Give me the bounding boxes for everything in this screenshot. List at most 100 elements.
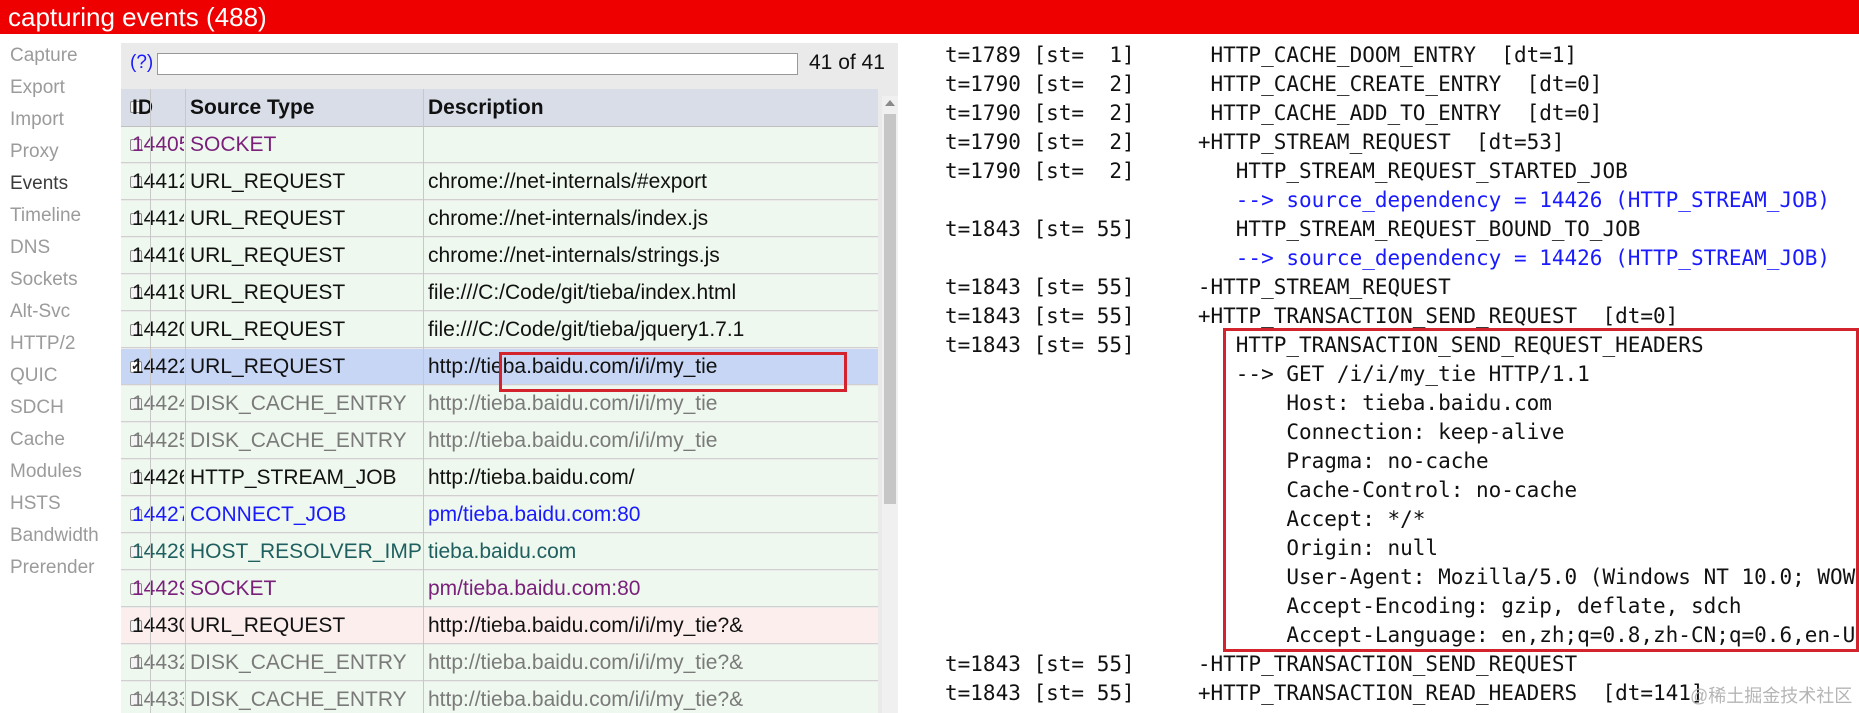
table-row[interactable]: 14416 URL_REQUEST chrome://net-internals/s…	[121, 238, 878, 274]
table-row[interactable]: 14433 DISK_CACHE_ENTRY http://tieba.baidu.…	[121, 682, 878, 713]
sidebar: Capture Export Import Proxy Events Timeline DN…	[0, 34, 120, 713]
cell-id: 14427	[132, 503, 184, 526]
cell-id: 14422	[132, 355, 184, 378]
sidebar-item-capture[interactable]: Capture	[10, 44, 78, 68]
cell-source-type: SOCKET	[190, 577, 277, 600]
table-row[interactable]: 14432 DISK_CACHE_ENTRY http://tieba.baidu.…	[121, 645, 878, 681]
log-line: t=1790 [st= 2] HTTP_CACHE_CREATE_ENTRY […	[945, 72, 1603, 96]
table-row[interactable]: 14405 SOCKET	[121, 127, 878, 163]
log-line: t=1790 [st= 2] HTTP_CACHE_ADD_TO_ENTRY […	[945, 101, 1603, 125]
sidebar-item-alt-svc[interactable]: Alt-Svc	[10, 300, 70, 324]
events-table: ID Source Type Description 14405SOCKET14…	[121, 89, 878, 713]
sidebar-item-cache[interactable]: Cache	[10, 428, 65, 452]
filter-bar: (?) 41 of 41	[121, 43, 898, 83]
column-divider	[185, 89, 186, 713]
cell-description: http://tieba.baidu.com/i/i/my_tie?&pr	[428, 651, 744, 674]
cell-id: 14420	[132, 318, 184, 341]
cell-source-type: URL_REQUEST	[190, 170, 346, 193]
sidebar-item-quic[interactable]: QUIC	[10, 364, 58, 388]
table-row[interactable]: 14414 URL_REQUEST chrome://net-internals/i…	[121, 201, 878, 237]
cell-source-type: DISK_CACHE_ENTRY	[190, 392, 407, 415]
log-line: t=1790 [st= 2] +HTTP_STREAM_REQUEST [dt=…	[945, 130, 1565, 154]
table-row[interactable]: 14426 HTTP_STREAM_JOB http://tieba.baidu.c…	[121, 460, 878, 496]
cell-id: 14424	[132, 392, 184, 415]
log-line-dependency[interactable]: --> source_dependency = 14426 (HTTP_STRE…	[945, 244, 1830, 273]
cell-source-type: DISK_CACHE_ENTRY	[190, 688, 407, 711]
cell-description: chrome://net-internals/#export	[428, 170, 707, 193]
cell-source-type: CONNECT_JOB	[190, 503, 347, 526]
cell-description: http://tieba.baidu.com/	[428, 466, 635, 489]
cell-description: pm/tieba.baidu.com:80	[428, 503, 641, 526]
table-row[interactable]: 14427 CONNECT_JOB pm/tieba.baidu.com:80	[121, 497, 878, 533]
cell-id: 14425	[132, 429, 184, 452]
scrollbar-thumb[interactable]	[884, 114, 896, 504]
cell-source-type: HOST_RESOLVER_IMPL_JOB	[190, 540, 424, 563]
cell-description: chrome://net-internals/index.js	[428, 207, 709, 230]
sidebar-item-proxy[interactable]: Proxy	[10, 140, 59, 164]
table-row[interactable]: 14428 HOST_RESOLVER_IMPL_JOBtieba.baidu.c…	[121, 534, 878, 570]
log-line: t=1843 [st= 55] -HTTP_STREAM_REQUEST	[945, 275, 1451, 299]
sidebar-item-prerender[interactable]: Prerender	[10, 556, 95, 580]
sidebar-item-export[interactable]: Export	[10, 76, 65, 100]
sidebar-item-timeline[interactable]: Timeline	[10, 204, 81, 228]
window-title: capturing events (488)	[0, 0, 1859, 34]
column-divider	[150, 89, 151, 713]
cell-id: 14414	[132, 207, 184, 230]
sidebar-item-dns[interactable]: DNS	[10, 236, 50, 260]
cell-description: http://tieba.baidu.com/i/i/my_tie?&pr	[428, 614, 744, 637]
table-row[interactable]: 14425 DISK_CACHE_ENTRY http://tieba.baidu.…	[121, 423, 878, 459]
filter-help-link[interactable]: (?)	[130, 52, 153, 74]
cell-source-type: HTTP_STREAM_JOB	[190, 466, 397, 489]
log-line: t=1843 [st= 55] -HTTP_TRANSACTION_SEND_R…	[945, 652, 1578, 676]
sidebar-item-modules[interactable]: Modules	[10, 460, 82, 484]
sidebar-item-sdch[interactable]: SDCH	[10, 396, 64, 420]
sidebar-item-hsts[interactable]: HSTS	[10, 492, 61, 516]
table-row[interactable]: 14412 URL_REQUEST chrome://net-internals/#…	[121, 164, 878, 200]
cell-id: 14412	[132, 170, 184, 193]
table-header: ID Source Type Description	[121, 89, 878, 127]
cell-id: 14405	[132, 133, 184, 156]
cell-id: 14430	[132, 614, 184, 637]
cell-id: 14432	[132, 651, 184, 674]
cell-id: 14418	[132, 281, 184, 304]
log-line: t=1789 [st= 1] HTTP_CACHE_DOOM_ENTRY [dt…	[945, 43, 1578, 67]
table-row[interactable]: 14420 URL_REQUEST file:///C:/Code/git/tieb…	[121, 312, 878, 348]
cell-description: chrome://net-internals/strings.js	[428, 244, 720, 267]
cell-source-type: DISK_CACHE_ENTRY	[190, 651, 407, 674]
cell-source-type: URL_REQUEST	[190, 244, 346, 267]
sidebar-item-sockets[interactable]: Sockets	[10, 268, 78, 292]
table-row[interactable]: 14418 URL_REQUEST file:///C:/Code/git/tieb…	[121, 275, 878, 311]
column-header-description[interactable]: Description	[428, 89, 544, 126]
cell-description: tieba.baidu.com	[428, 540, 577, 563]
sidebar-item-bandwidth[interactable]: Bandwidth	[10, 524, 99, 548]
table-row[interactable]: 14429 SOCKET pm/tieba.baidu.com:80	[121, 571, 878, 607]
highlight-box-description	[499, 352, 847, 392]
filter-input[interactable]	[157, 53, 798, 75]
table-row[interactable]: 14430 URL_REQUEST http://tieba.baidu.com/i…	[121, 608, 878, 644]
cell-id: 14426	[132, 466, 184, 489]
event-count: 41 of 41	[809, 51, 885, 74]
cell-id: 14433	[132, 688, 184, 711]
cell-source-type: URL_REQUEST	[190, 614, 346, 637]
log-line-dependency[interactable]: --> source_dependency = 14426 (HTTP_STRE…	[945, 186, 1830, 215]
highlight-box-request-headers	[1223, 328, 1859, 652]
sidebar-item-http-2[interactable]: HTTP/2	[10, 332, 75, 356]
cell-id: 14428	[132, 540, 184, 563]
log-line: t=1843 [st= 55] +HTTP_TRANSACTION_READ_H…	[945, 681, 1704, 705]
cell-description: http://tieba.baidu.com/i/i/my_tie	[428, 429, 718, 452]
log-line: t=1843 [st= 55] HTTP_STREAM_REQUEST_BOUN…	[945, 217, 1641, 241]
cell-description: pm/tieba.baidu.com:80	[428, 577, 641, 600]
cell-source-type: URL_REQUEST	[190, 281, 346, 304]
scroll-up-arrow-icon[interactable]	[885, 100, 895, 106]
column-divider	[423, 89, 424, 713]
cell-source-type: URL_REQUEST	[190, 355, 346, 378]
cell-description: file:///C:/Code/git/tieba/index.html	[428, 281, 737, 304]
column-header-source-type[interactable]: Source Type	[190, 89, 314, 126]
cell-id: 14416	[132, 244, 184, 267]
log-line: t=1843 [st= 55] +HTTP_TRANSACTION_SEND_R…	[945, 304, 1679, 328]
sidebar-item-import[interactable]: Import	[10, 108, 64, 132]
table-scrollbar[interactable]	[882, 96, 898, 713]
log-line: t=1790 [st= 2] HTTP_STREAM_REQUEST_START…	[945, 159, 1628, 183]
cell-source-type: URL_REQUEST	[190, 318, 346, 341]
sidebar-item-events[interactable]: Events	[10, 172, 68, 196]
